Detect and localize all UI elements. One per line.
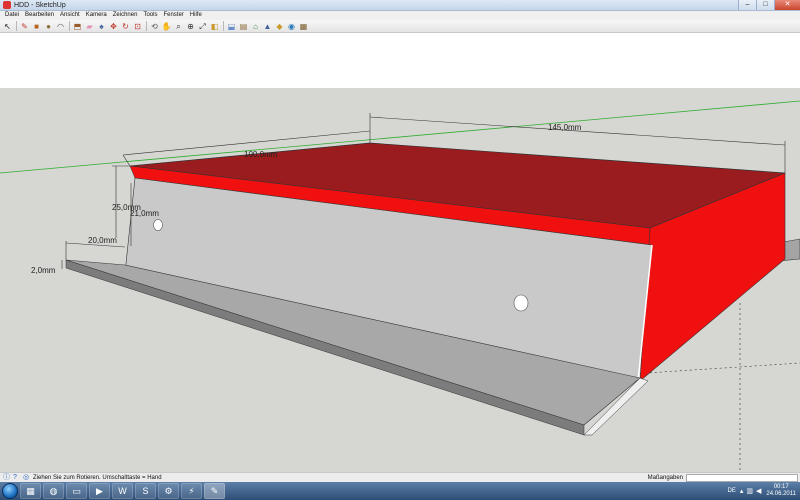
- clock-time: 00:17: [773, 484, 789, 490]
- select-icon[interactable]: ↖: [2, 21, 13, 32]
- measurements-input[interactable]: [686, 473, 798, 482]
- explorer-icon[interactable]: ▦: [20, 483, 41, 499]
- steam-icon[interactable]: ⚙: [158, 483, 179, 499]
- taskbar-apps: ▦ ◍ ▭ ▶ W S ⚙ ⚡ ✎: [18, 483, 225, 499]
- section-plane-icon[interactable]: ⬓: [226, 21, 237, 32]
- title-bar: HDD - SketchUp – □ ✕: [0, 0, 800, 11]
- move-icon[interactable]: ✥: [108, 21, 119, 32]
- menu-hilfe[interactable]: Hilfe: [187, 11, 205, 20]
- dimension-label-width: 145,0mm: [548, 123, 582, 132]
- geo-icon[interactable]: ◎: [23, 474, 30, 481]
- layers-icon[interactable]: ▦: [298, 21, 309, 32]
- zoom-window-icon[interactable]: ⊕: [185, 21, 196, 32]
- zoom-extents-icon[interactable]: ⤢: [197, 21, 208, 32]
- minimize-button[interactable]: –: [738, 0, 756, 10]
- windows-taskbar: ▦ ◍ ▭ ▶ W S ⚙ ⚡ ✎ DE ▴ ▥ ◀ 00:17 24.06.2011: [0, 482, 800, 500]
- dimension-label-inner-height: 21,0mm: [130, 209, 159, 218]
- status-message: Ziehen Sie zum Rotieren. Umschalttaste =…: [33, 474, 162, 481]
- media-player-icon[interactable]: ▶: [89, 483, 110, 499]
- menu-ansicht[interactable]: Ansicht: [57, 11, 83, 20]
- drawing-viewport[interactable]: 145,0mm 100,0mm 25,0mm 21,0mm 20,0mm 2,0…: [0, 33, 800, 472]
- pan-icon[interactable]: ✋: [161, 21, 172, 32]
- system-tray: DE ▴ ▥ ◀ 00:17 24.06.2011: [728, 482, 800, 500]
- volume-icon[interactable]: ◀: [756, 487, 761, 495]
- push-pull-icon[interactable]: ⬒: [72, 21, 83, 32]
- rotate-icon[interactable]: ↻: [120, 21, 131, 32]
- firefox-icon[interactable]: ◍: [43, 483, 64, 499]
- language-indicator[interactable]: DE: [728, 488, 736, 494]
- upload-icon[interactable]: ▲: [262, 21, 273, 32]
- menu-fenster[interactable]: Fenster: [160, 11, 186, 20]
- mount-hole-right: [513, 294, 529, 312]
- offset-icon[interactable]: ⊡: [132, 21, 143, 32]
- tray-arrow-icon[interactable]: ▴: [740, 487, 744, 495]
- start-button[interactable]: [2, 483, 18, 499]
- model-canvas[interactable]: 145,0mm 100,0mm 25,0mm 21,0mm 20,0mm 2,0…: [0, 33, 800, 472]
- mount-hole-left: [153, 219, 163, 231]
- menu-tools[interactable]: Tools: [140, 11, 160, 20]
- rectangle-icon[interactable]: ■: [31, 21, 42, 32]
- paint-bucket-icon[interactable]: ♠: [96, 21, 107, 32]
- arc-icon[interactable]: ◠: [55, 21, 66, 32]
- styles-icon[interactable]: ◆: [274, 21, 285, 32]
- filezilla-icon[interactable]: ⚡: [181, 483, 202, 499]
- pencil-icon[interactable]: ✎: [19, 21, 30, 32]
- folder-icon[interactable]: ▭: [66, 483, 87, 499]
- zoom-icon[interactable]: ⌕: [173, 21, 184, 32]
- window-title: HDD - SketchUp: [14, 1, 66, 9]
- skype-icon[interactable]: S: [135, 483, 156, 499]
- network-icon[interactable]: ▥: [746, 487, 753, 495]
- info-icon: ⓘ: [3, 474, 10, 481]
- help-icon[interactable]: ?: [13, 474, 20, 481]
- toolbar-separator: [69, 21, 70, 31]
- clock[interactable]: 00:17 24.06.2011: [766, 484, 796, 498]
- dimension-label-thickness: 2,0mm: [31, 266, 56, 275]
- sketchup-app-icon: [3, 1, 11, 9]
- menu-bar: Datei Bearbeiten Ansicht Kamera Zeichnen…: [0, 11, 800, 20]
- dimension-label-depth: 100,0mm: [244, 150, 278, 159]
- toolbar-separator: [146, 21, 147, 31]
- menu-zeichnen[interactable]: Zeichnen: [110, 11, 141, 20]
- circle-icon[interactable]: ●: [43, 21, 54, 32]
- menu-kamera[interactable]: Kamera: [83, 11, 110, 20]
- menu-datei[interactable]: Datei: [2, 11, 22, 20]
- toolbar-separator: [223, 21, 224, 31]
- menu-bearbeiten[interactable]: Bearbeiten: [22, 11, 57, 20]
- eraser-icon[interactable]: ▰: [84, 21, 95, 32]
- sketchup-icon[interactable]: ✎: [204, 483, 225, 499]
- previous-view-icon[interactable]: ◧: [209, 21, 220, 32]
- measurements-label: Maßangaben: [647, 474, 683, 481]
- dimension-label-flange: 20,0mm: [88, 236, 117, 245]
- window-controls: – □ ✕: [738, 0, 800, 10]
- extension-icon[interactable]: ◉: [286, 21, 297, 32]
- close-button[interactable]: ✕: [774, 0, 800, 10]
- maximize-button[interactable]: □: [756, 0, 774, 10]
- warehouse-icon[interactable]: ⌂: [250, 21, 261, 32]
- clock-date: 24.06.2011: [766, 491, 796, 497]
- toolbar-separator: [16, 21, 17, 31]
- main-toolbar: ↖ ✎ ■ ● ◠ ⬒ ▰ ♠ ✥ ↻ ⊡ ⟲ ✋ ⌕ ⊕ ⤢ ◧ ⬓ ▤ ⌂ ▲ ◆ ◉ ▦: [0, 20, 800, 33]
- status-bar: ⓘ ? ◎ Ziehen Sie zum Rotieren. Umschaltt…: [0, 472, 800, 482]
- word-icon[interactable]: W: [112, 483, 133, 499]
- component-icon[interactable]: ▤: [238, 21, 249, 32]
- orbit-icon[interactable]: ⟲: [149, 21, 160, 32]
